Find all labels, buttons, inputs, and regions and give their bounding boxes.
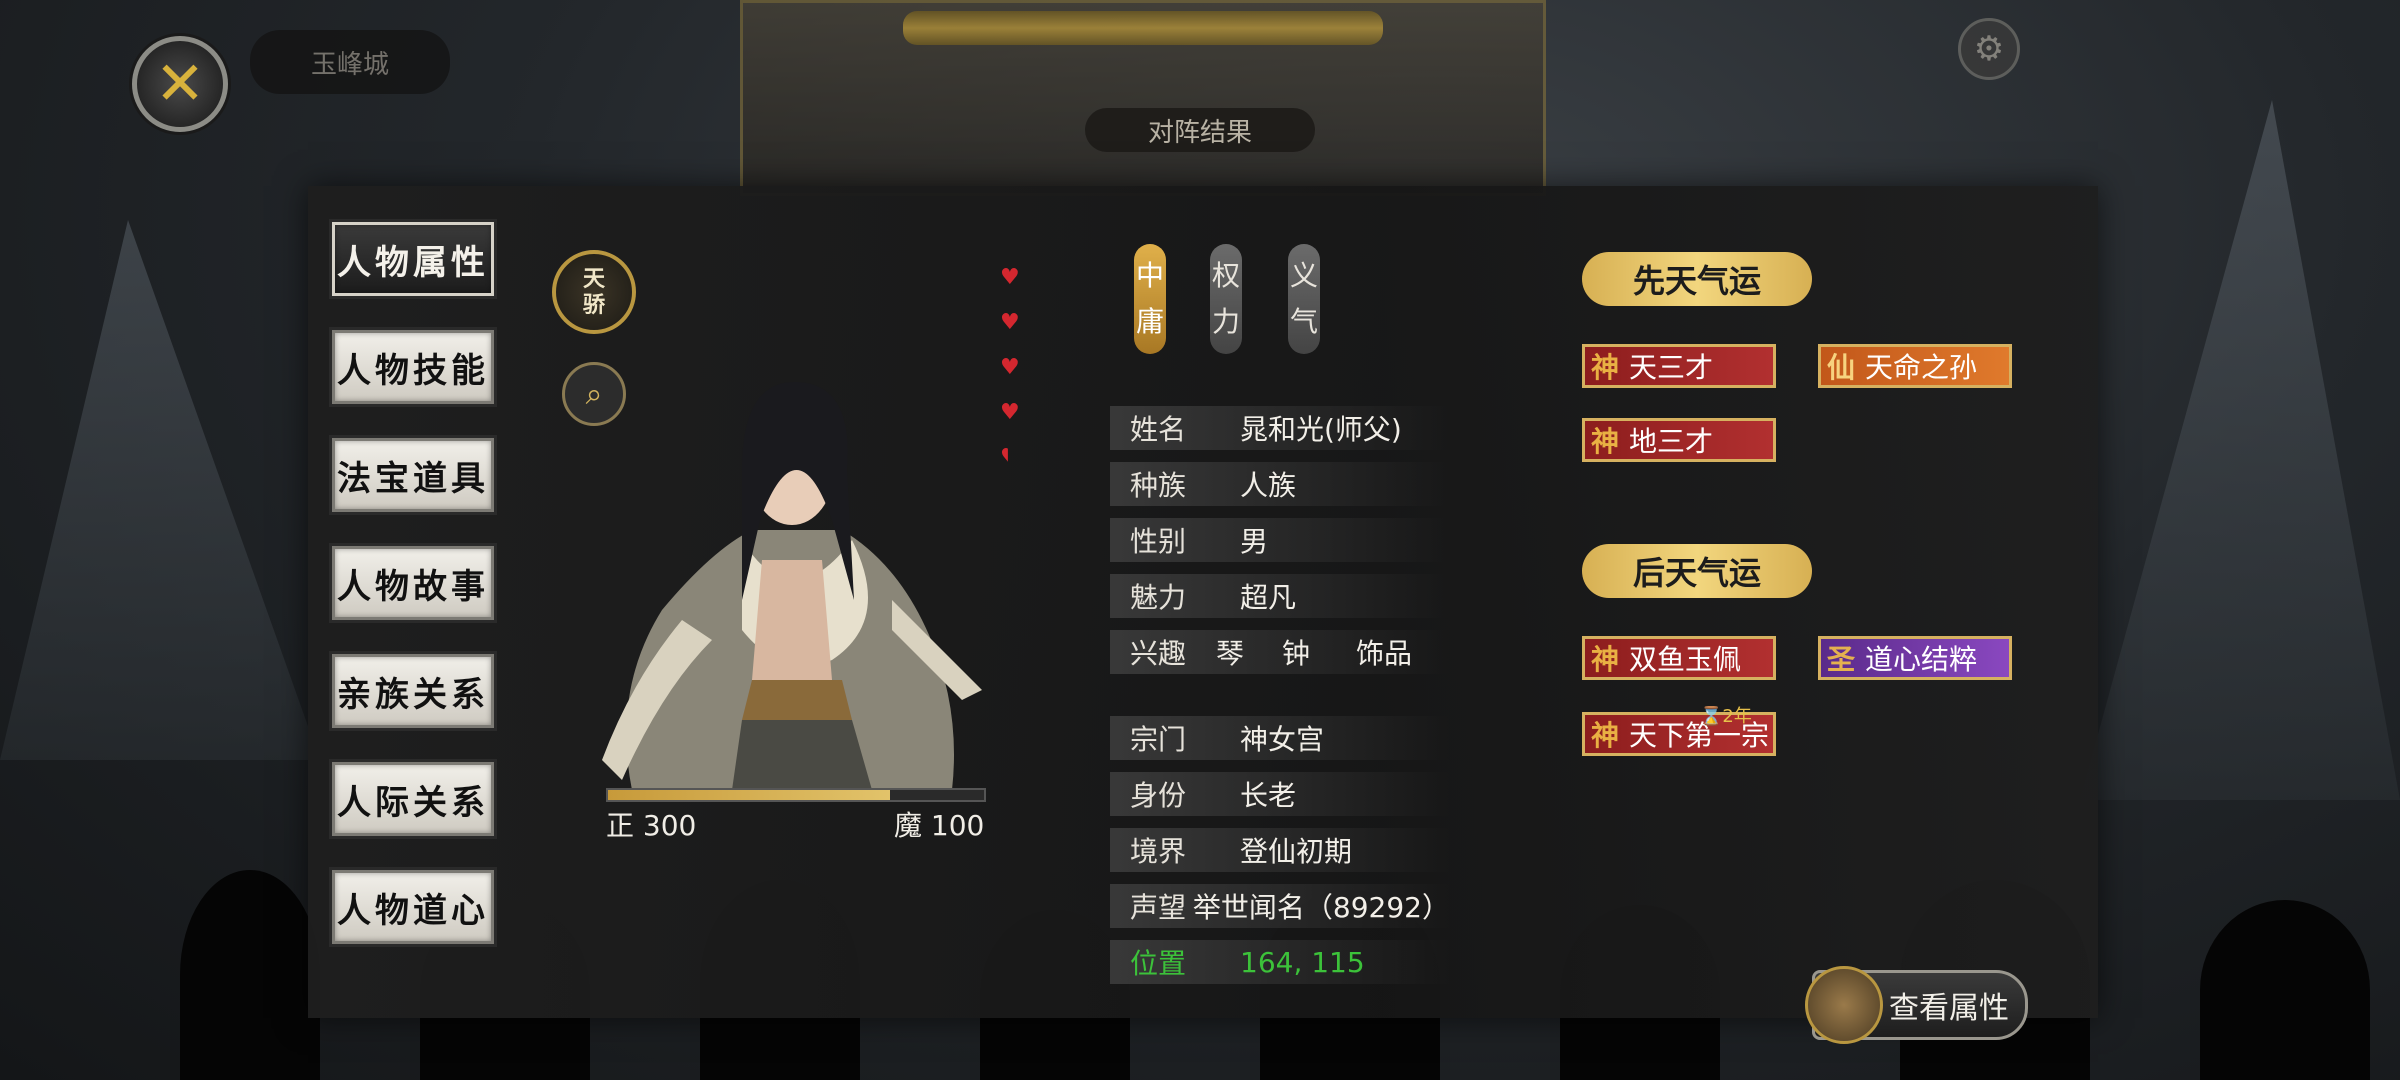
menu-character-skills[interactable]: 人物技能 [329,327,497,407]
info-label: 魅力 [1130,581,1187,614]
info-label: 性别 [1130,525,1187,558]
menu-social-relations[interactable]: 人际关系 [329,759,497,839]
info-row-position[interactable]: 位置 164, 115 [1110,940,1450,984]
info-value: 超凡 [1240,581,1297,614]
trait-char: 力 [1211,305,1240,338]
fortune-tag-label: 道心结粹 [1865,643,1978,676]
trait-char: 气 [1289,305,1318,338]
gear-icon[interactable]: ⚙ [1958,18,2020,80]
info-row-hobby: 兴趣 琴 钟 饰品 [1110,630,1450,674]
view-attributes-label: 查看属性 [1889,991,2009,1026]
menu-family-relations[interactable]: 亲族关系 [329,651,497,731]
trait-loyalty[interactable]: 义 气 [1288,244,1320,354]
info-label: 声望 [1130,891,1187,924]
info-value: 晁和光(师父) [1240,413,1402,446]
demonic-value: 魔 100 [894,809,985,842]
fortune-tag-icon: 圣 [1826,643,1855,676]
heart-icon-partial: ♥ [1000,445,1020,470]
fortune-duration: ⌛2年 [1700,702,1752,728]
heart-icon: ♥ [1000,265,1020,290]
fortune-tag[interactable]: 神 天三才 [1582,344,1776,388]
info-label: 位置 [1130,947,1187,980]
trait-char: 中 [1135,259,1164,292]
info-row-sect: 宗门 神女宫 [1110,716,1450,760]
fortune-tag-label: 双鱼玉佩 [1629,643,1742,676]
hearts-column: ♥ ♥ ♥ ♥ ♥ [1000,262,1020,487]
background-result-title: 对阵结果 [1085,108,1315,152]
background-mountain [2080,100,2400,800]
innate-fortune-title: 先天气运 [1582,252,1812,306]
close-button[interactable]: ✕ [132,36,228,132]
trait-power[interactable]: 权 力 [1210,244,1242,354]
heart-icon: ♥ [1000,310,1020,335]
fortune-tag[interactable]: 圣 道心结粹 [1818,636,2012,680]
fortune-tag[interactable]: 神 双鱼玉佩 [1582,636,1776,680]
fortune-tag[interactable]: 仙 天命之孙 [1818,344,2012,388]
menu-treasures-items[interactable]: 法宝道具 [329,435,497,515]
heart-icon: ♥ [1000,400,1020,425]
info-label: 境界 [1130,835,1187,868]
fortune-duration-value: 2年 [1722,706,1752,727]
hobby-item: 琴 [1215,637,1244,670]
character-menu: 人物属性 人物技能 法宝道具 人物故事 亲族关系 人际关系 人物道心 [329,219,500,978]
info-value: 男 [1240,525,1269,558]
fortune-tag-icon: 神 [1590,719,1619,752]
fortune-tag[interactable]: 神 地三才 [1582,418,1776,462]
fortune-tag-icon: 仙 [1826,351,1855,384]
background-result-panel [740,0,1546,196]
info-label: 种族 [1130,469,1187,502]
trait-char: 义 [1289,259,1318,292]
fortune-tag-label: 天命之孙 [1865,351,1978,384]
info-label: 兴趣 [1130,637,1187,670]
info-row-realm: 境界 登仙初期 [1110,828,1450,872]
alignment-bar-fill [608,790,890,800]
info-row-gender: 性别 男 [1110,518,1450,562]
crowd-figure [2200,900,2370,1080]
view-attributes-button[interactable]: 查看属性 [1805,966,2028,1044]
info-label: 身份 [1130,779,1187,812]
menu-character-story[interactable]: 人物故事 [329,543,497,623]
background-gold-bar [903,11,1383,45]
info-row-charm: 魅力 超凡 [1110,574,1450,618]
alignment-bar [606,788,986,802]
fortune-tag-icon: 神 [1590,425,1619,458]
close-icon: ✕ [154,49,206,119]
fortune-tag-icon: 神 [1590,351,1619,384]
info-value: 神女宫 [1240,723,1325,756]
menu-character-attributes[interactable]: 人物属性 [329,219,497,299]
fortune-tag-label: 天三才 [1629,351,1714,384]
info-label: 宗门 [1130,723,1187,756]
crowd-figure [180,870,320,1080]
hobby-item: 饰品 [1355,637,1412,670]
menu-dao-heart[interactable]: 人物道心 [329,867,497,947]
info-value: 164, 115 [1240,945,1365,979]
hobby-item: 钟 [1281,637,1310,670]
info-row-race: 种族 人族 [1110,462,1450,506]
hourglass-icon: ⌛ [1700,706,1723,727]
info-value: 登仙初期 [1240,835,1353,868]
info-row-reputation: 声望 举世闻名（89292） [1110,884,1450,928]
background-city-label: 玉峰城 [250,30,450,94]
info-label: 姓名 [1130,413,1187,446]
avatar [1805,966,1883,1044]
fortune-tag-label: 地三才 [1629,425,1714,458]
heart-icon: ♥ [1000,355,1020,380]
trait-char: 权 [1211,259,1240,292]
righteous-value: 正 300 [606,809,697,842]
character-portrait [602,381,982,790]
info-value: 长老 [1240,779,1297,812]
trait-char: 庸 [1135,305,1164,338]
background-mountain [0,220,320,760]
tianjiao-badge[interactable]: 天骄 [552,250,636,334]
fortune-tag-icon: 神 [1590,643,1619,676]
trait-moderate[interactable]: 中 庸 [1134,244,1166,354]
info-value: 人族 [1240,469,1297,502]
info-row-name: 姓名 晁和光(师父) [1110,406,1450,450]
acquired-fortune-title: 后天气运 [1582,544,1812,598]
info-row-identity: 身份 长老 [1110,772,1450,816]
badge-label: 天骄 [582,266,605,318]
info-value: 举世闻名（89292） [1192,891,1450,924]
